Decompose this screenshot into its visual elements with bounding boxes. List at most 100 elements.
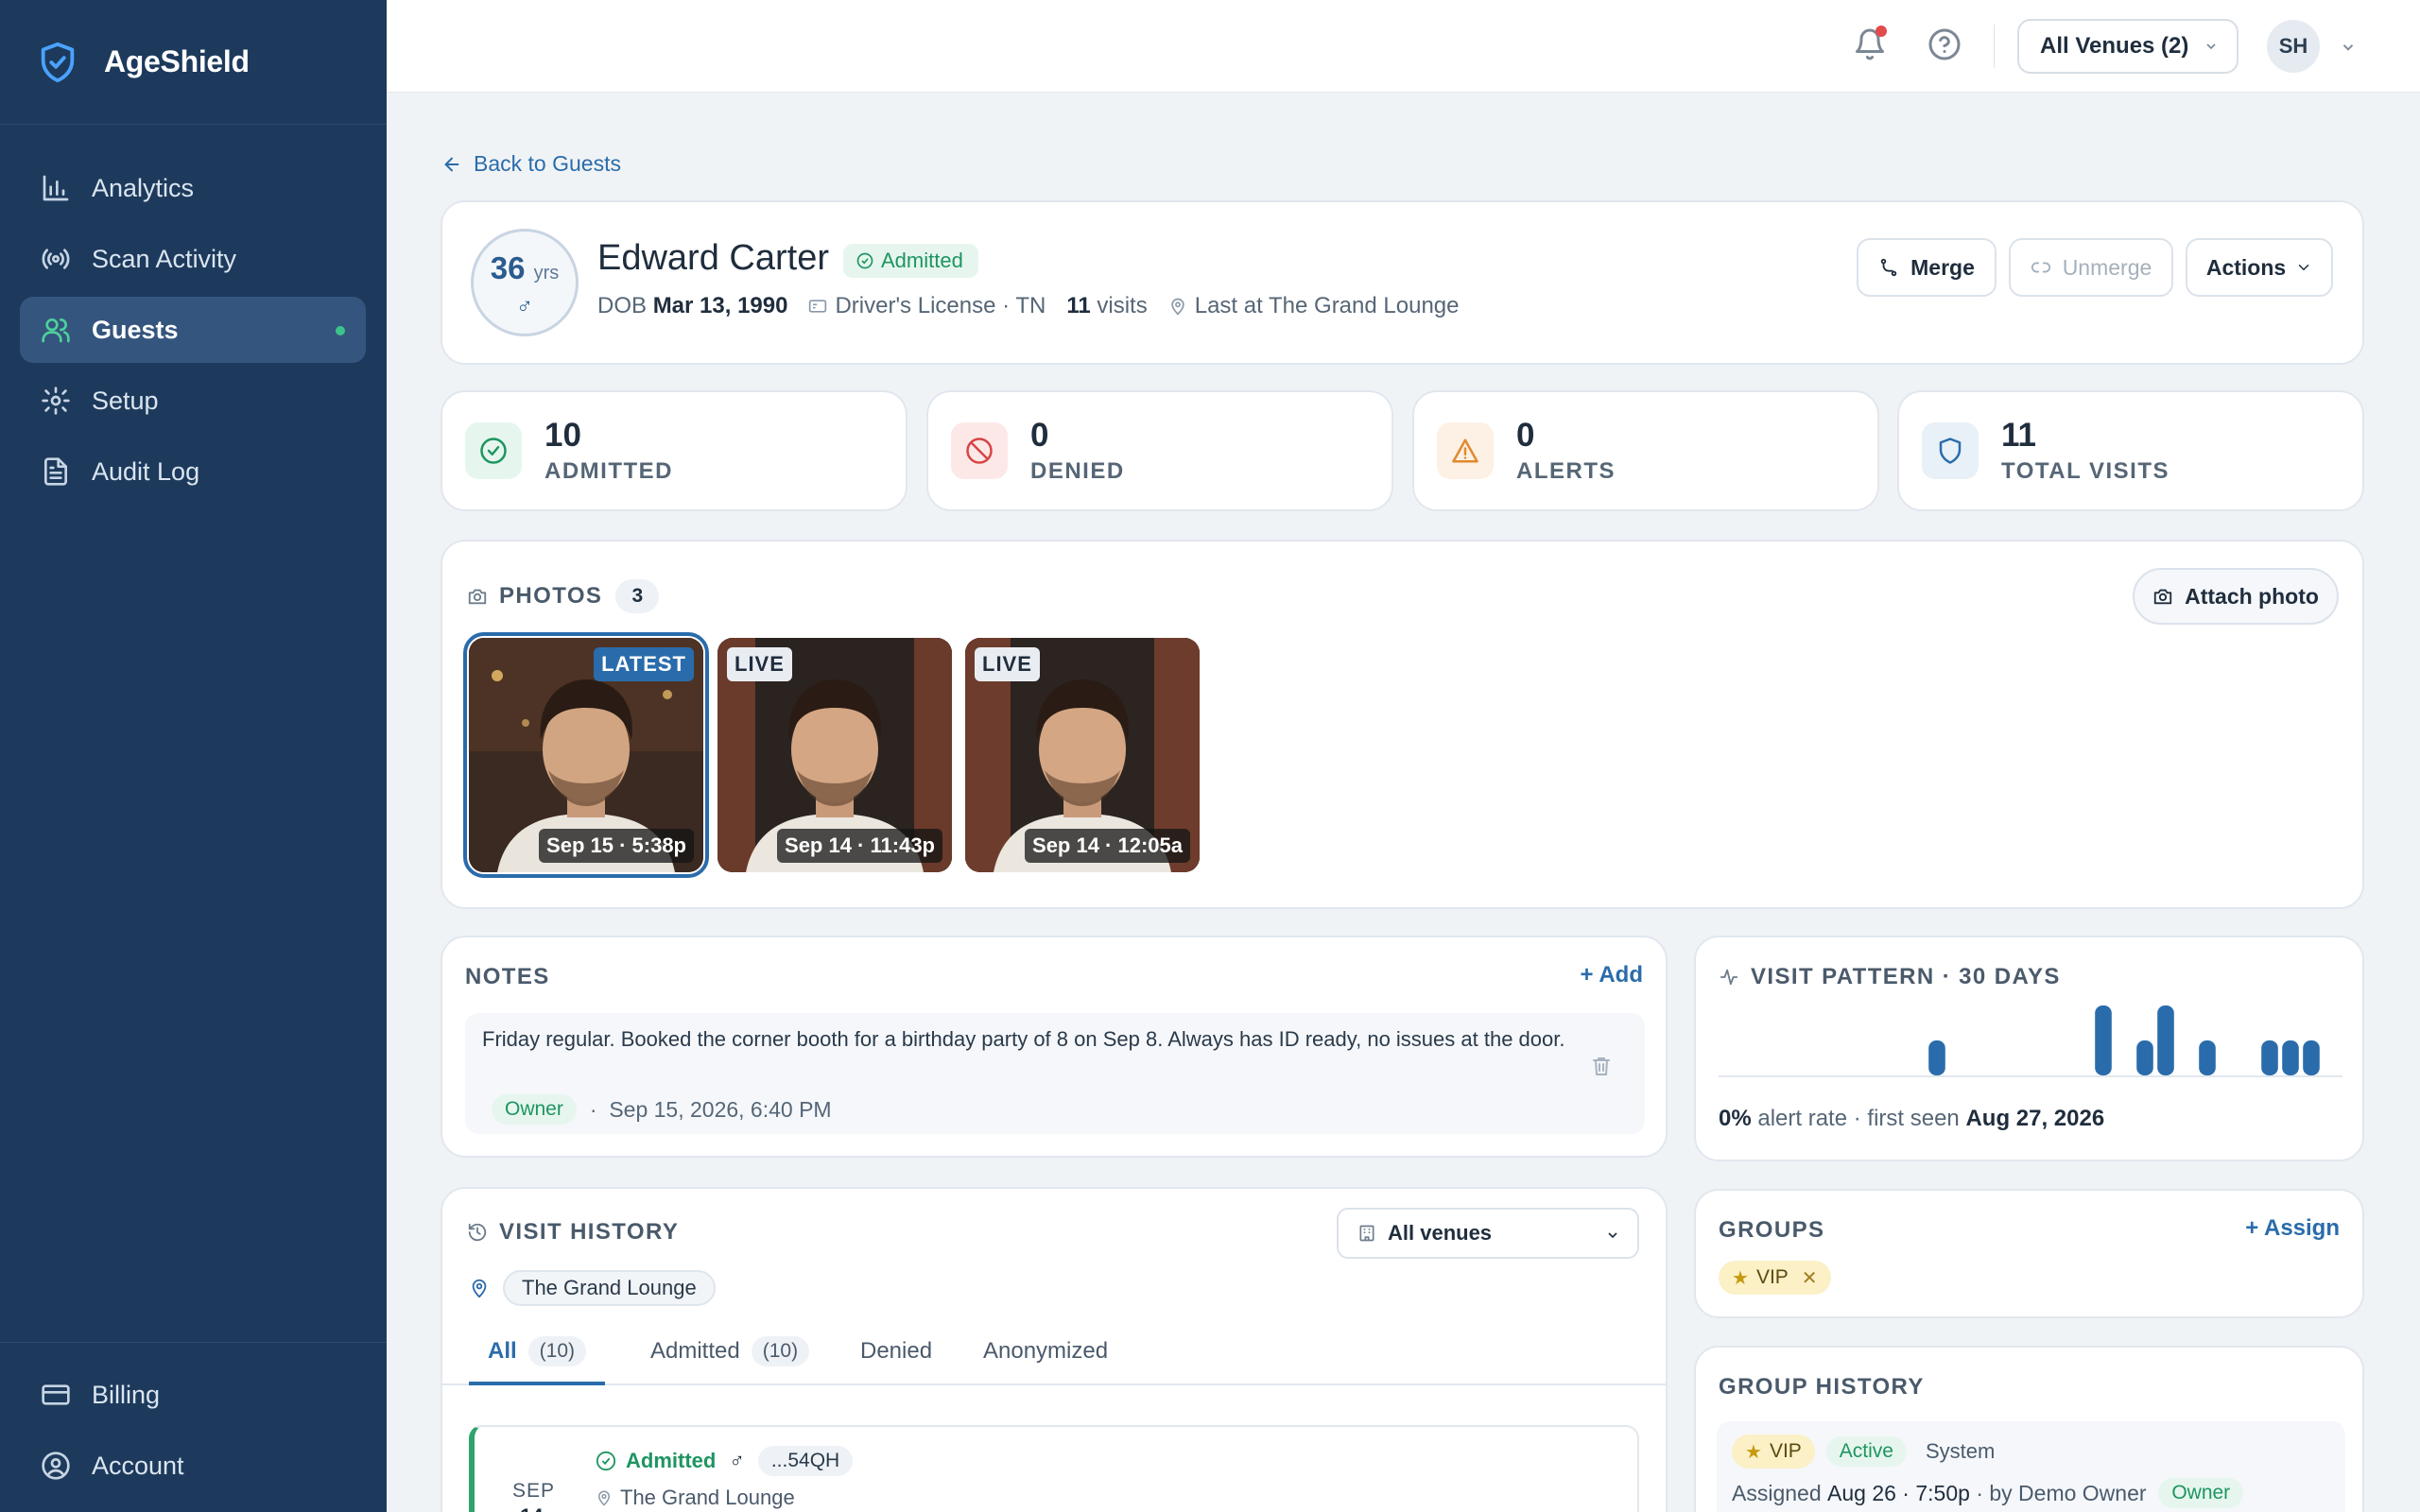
tab-admitted[interactable]: Admitted (10): [641, 1332, 810, 1385]
male-icon: ♂: [516, 294, 533, 319]
bar-chart-icon: [43, 175, 69, 201]
unmerge-label: Unmerge: [2062, 254, 2152, 280]
tab-label: All: [488, 1338, 517, 1364]
sidebar-item-label: Setup: [92, 386, 159, 415]
photo-thumbnail[interactable]: LIVE Sep 14 · 11:43p: [717, 638, 952, 872]
sidebar-item-setup[interactable]: Setup: [20, 368, 366, 434]
check-circle-icon: [856, 252, 873, 269]
note-text: Friday regular. Booked the corner booth …: [482, 1027, 1565, 1051]
tab-label: Denied: [860, 1338, 933, 1364]
chevron-down-icon: [1608, 1232, 1617, 1239]
visit-month: SEP: [512, 1480, 556, 1502]
check-circle-icon: [596, 1451, 616, 1471]
add-note-button[interactable]: + Add: [1581, 962, 1643, 988]
photo-timestamp: Sep 14 · 12:05a: [1025, 829, 1190, 863]
sidebar-item-account[interactable]: Account: [20, 1433, 366, 1499]
tab-count: (10): [751, 1336, 810, 1366]
male-icon: ♂: [729, 1449, 745, 1472]
topbar: All Venues (2) SH: [387, 0, 2420, 93]
sidebar-bottom-nav: Billing Account: [0, 1342, 387, 1503]
back-to-guests-link[interactable]: Back to Guests: [441, 151, 621, 177]
age-badge: 36 yrs ♂: [471, 229, 579, 336]
dob-value: Mar 13, 1990: [652, 293, 788, 318]
photos-title: PHOTOS 3: [467, 579, 660, 613]
group-history-entry: ★ VIP Active System Assigned Aug 26 · 7:…: [1717, 1421, 2345, 1512]
attach-photo-button[interactable]: Attach photo: [2133, 568, 2339, 625]
venue-filter-select[interactable]: All venues: [1337, 1208, 1639, 1259]
first-seen-date: Aug 27, 2026: [1965, 1106, 2105, 1131]
unmerge-button[interactable]: Unmerge: [2009, 238, 2173, 297]
stat-label: ALERTS: [1516, 458, 1616, 484]
group-history-card: GROUP HISTORY ★ VIP Active System Assign…: [1694, 1346, 2364, 1512]
photo-tag: LATEST: [594, 647, 694, 681]
sidebar-item-audit-log[interactable]: Audit Log: [20, 438, 366, 505]
id-suffix-pill: ...54QH: [757, 1446, 854, 1476]
guest-name: Edward Carter: [597, 238, 829, 278]
note-date: Sep 15, 2026, 6:40 PM: [609, 1096, 832, 1122]
chart-bar: [2095, 1005, 2112, 1075]
chevron-down-icon[interactable]: [2340, 39, 2357, 56]
sidebar-item-label: Billing: [92, 1380, 161, 1409]
brand[interactable]: AgeShield: [0, 0, 387, 125]
sidebar-item-billing[interactable]: Billing: [20, 1362, 366, 1428]
delete-note-button[interactable]: [1590, 1055, 1613, 1077]
remove-group-icon[interactable]: ✕: [1802, 1266, 1818, 1290]
history-icon: [468, 1223, 487, 1242]
stat-admitted: 10 ADMITTED: [441, 390, 908, 511]
photos-card: PHOTOS 3 Attach photo LATEST Sep 15 · 5:…: [441, 540, 2364, 909]
sidebar-item-scan-activity[interactable]: Scan Activity: [20, 226, 366, 292]
sidebar-item-guests[interactable]: Guests: [20, 297, 366, 363]
photo-timestamp: Sep 15 · 5:38p: [539, 829, 694, 863]
user-circle-icon: [42, 1452, 70, 1480]
actions-menu-button[interactable]: Actions: [2186, 238, 2333, 297]
dob-label: DOB: [597, 293, 648, 318]
star-icon: ★: [1732, 1267, 1749, 1289]
chart-bar: [2303, 1040, 2320, 1075]
sidebar-item-label: Audit Log: [92, 456, 200, 486]
visit-row[interactable]: SEP 14 Admitted ♂ ...54QH The Grand Loun…: [469, 1425, 1639, 1512]
photo-thumbnail[interactable]: LATEST Sep 15 · 5:38p: [463, 632, 709, 878]
star-icon: ★: [1745, 1441, 1762, 1463]
visit-pattern-title: VISIT PATTERN · 30 DAYS: [1719, 964, 2061, 990]
stat-alerts: 0 ALERTS: [1412, 390, 1879, 511]
note-author-role: Owner: [492, 1094, 577, 1125]
visit-history-title-label: VISIT HISTORY: [499, 1219, 680, 1245]
sidebar-item-analytics[interactable]: Analytics: [20, 155, 366, 221]
group-history-title: GROUP HISTORY: [1719, 1374, 1925, 1400]
tab-all[interactable]: All (10): [469, 1332, 606, 1385]
photo-tag: LIVE: [727, 647, 792, 681]
chart-bar: [1928, 1040, 1945, 1075]
photos-count: 3: [615, 579, 660, 613]
note-meta: Owner · Sep 15, 2026, 6:40 PM: [492, 1094, 832, 1125]
venue-chip[interactable]: The Grand Lounge: [503, 1270, 716, 1306]
trash-icon: [1593, 1057, 1610, 1075]
chart-bar: [2261, 1040, 2278, 1075]
photo-thumbnail[interactable]: LIVE Sep 14 · 12:05a: [965, 638, 1200, 872]
merge-button[interactable]: Merge: [1857, 238, 1996, 297]
stat-label: DENIED: [1030, 458, 1125, 484]
assign-group-button[interactable]: + Assign: [2245, 1215, 2340, 1242]
help-button[interactable]: [1927, 27, 1963, 63]
assigner-role: Owner: [2158, 1478, 2244, 1508]
visit-venue-label: The Grand Lounge: [620, 1486, 795, 1509]
avatar[interactable]: SH: [2267, 20, 2320, 73]
photos-title-label: PHOTOS: [499, 583, 603, 609]
unlink-icon: [2031, 262, 2050, 273]
notes-card: NOTES + Add Friday regular. Booked the c…: [441, 936, 1668, 1158]
chart-bar: [2157, 1005, 2174, 1075]
visit-status: Admitted ♂ ...54QH: [596, 1446, 854, 1476]
assigned-label: Assigned: [1732, 1480, 1822, 1505]
visit-venue: The Grand Lounge: [596, 1486, 795, 1510]
visits-count: 11: [1066, 293, 1091, 318]
notes-title: NOTES: [465, 964, 550, 989]
stat-value: 10: [544, 417, 581, 454]
broadcast-icon: [42, 249, 70, 269]
venue-selector[interactable]: All Venues (2): [2017, 19, 2238, 74]
app-name: AgeShield: [104, 44, 250, 78]
ban-icon: [951, 422, 1008, 479]
users-icon: [42, 318, 70, 343]
notifications-button[interactable]: [1853, 26, 1889, 63]
tab-anonymized[interactable]: Anonymized: [983, 1332, 1108, 1385]
tab-denied[interactable]: Denied: [860, 1332, 932, 1385]
stat-total-visits: 11 TOTAL VISITS: [1897, 390, 2364, 511]
